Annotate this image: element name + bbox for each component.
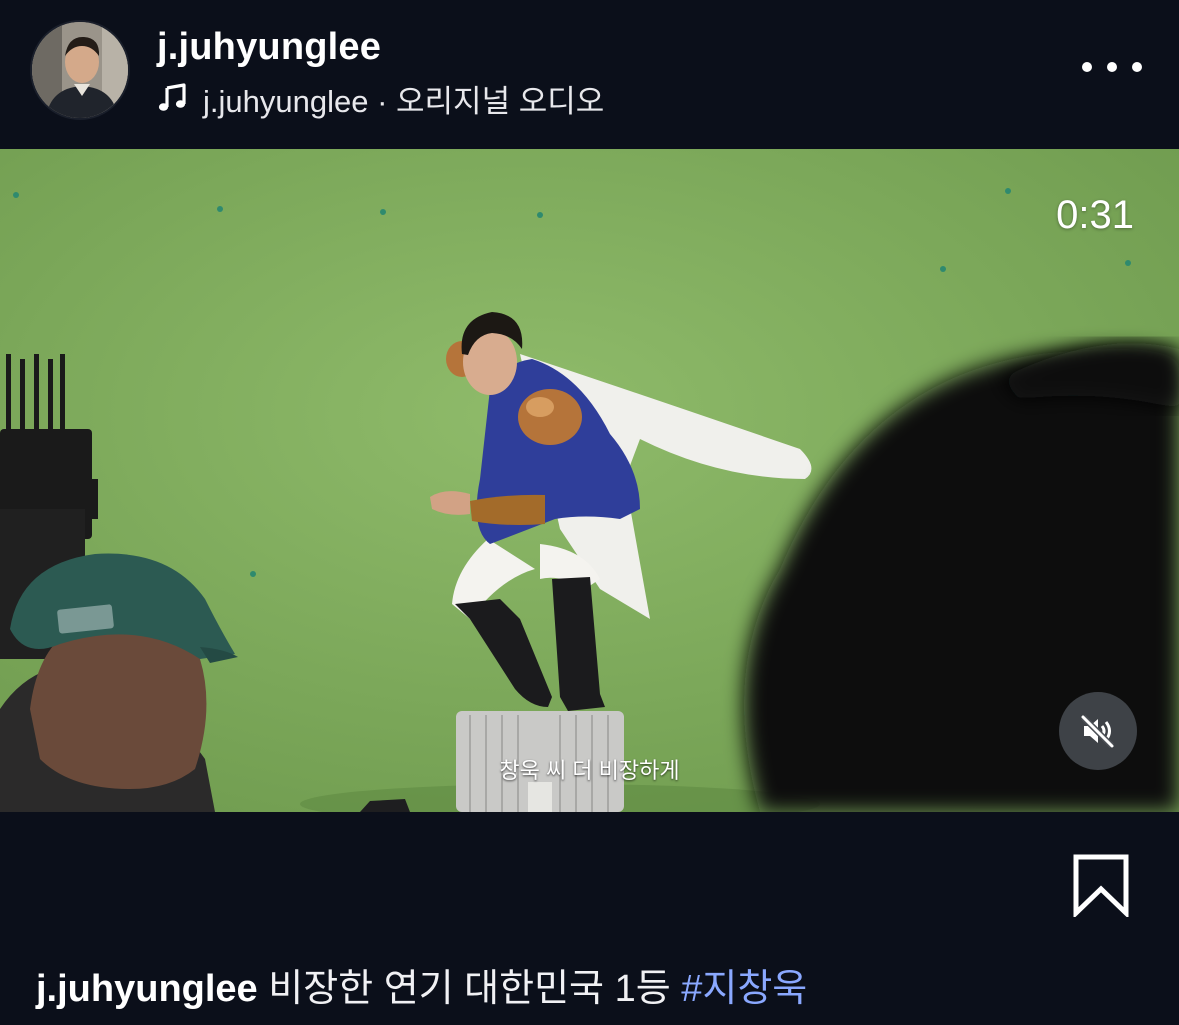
video-frame xyxy=(0,149,1179,812)
video-player[interactable]: 0:31 창욱 씨 더 비장하게 xyxy=(0,149,1179,812)
reel-post: j.juhyunglee j.juhyunglee · 오리지널 오디오 0:3… xyxy=(0,0,1179,1025)
caption-text: 비장한 연기 대한민국 1등 xyxy=(257,968,682,1010)
audio-label: j.juhyunglee · 오리지널 오디오 xyxy=(203,83,605,119)
avatar-image xyxy=(32,22,128,118)
caption-username[interactable]: j.juhyunglee xyxy=(36,968,258,1010)
post-header: j.juhyunglee j.juhyunglee · 오리지널 오디오 xyxy=(0,0,1179,149)
avatar[interactable] xyxy=(32,22,128,118)
post-username[interactable]: j.juhyunglee xyxy=(157,26,381,69)
bookmark-button[interactable] xyxy=(1072,853,1130,919)
more-horizontal-icon xyxy=(1082,62,1092,72)
more-horizontal-icon-dot xyxy=(1132,62,1142,72)
more-options-button[interactable] xyxy=(1082,52,1142,82)
post-caption: j.juhyunglee 비장한 연기 대한민국 1등 #지창욱 xyxy=(36,957,807,1012)
mute-toggle-button[interactable] xyxy=(1059,692,1137,770)
music-note-icon xyxy=(157,82,189,114)
caption-hashtag[interactable]: #지창욱 xyxy=(681,968,807,1010)
speaker-muted-icon xyxy=(1080,714,1115,749)
bookmark-icon xyxy=(1073,854,1129,919)
more-horizontal-icon-dot xyxy=(1107,62,1117,72)
video-subtitle: 창욱 씨 더 비장하게 xyxy=(499,758,680,783)
video-timer: 0:31 xyxy=(1056,193,1134,237)
audio-link[interactable]: j.juhyunglee · 오리지널 오디오 xyxy=(157,78,605,119)
